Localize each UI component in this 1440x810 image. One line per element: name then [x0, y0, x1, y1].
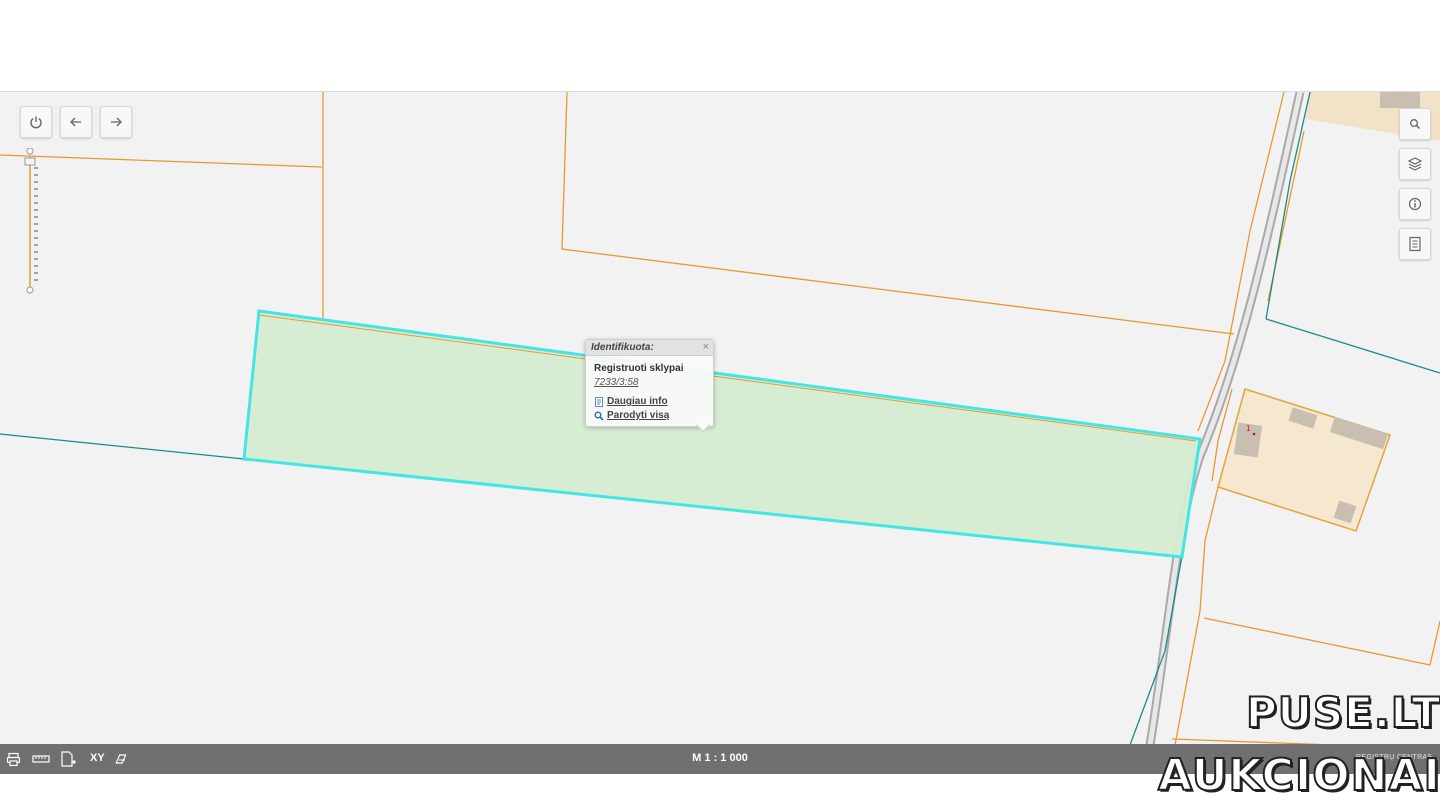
forward-button[interactable]	[100, 106, 132, 138]
building-point	[1252, 432, 1256, 436]
more-info-label: Daugiau info	[607, 396, 668, 407]
selected-parcel	[242, 309, 1202, 559]
document-icon	[594, 396, 604, 407]
building	[1380, 92, 1420, 108]
top-blank-area	[0, 0, 1440, 91]
watermark-line-2: AUKCIONAI	[1157, 749, 1440, 802]
magnifier-icon	[594, 411, 604, 421]
watermark-line-1: PUSE.LT	[1245, 687, 1440, 738]
zoom-slider[interactable]	[24, 147, 38, 294]
zoom-in-icon	[26, 147, 34, 155]
zoom-ticks	[34, 167, 38, 281]
legend-icon	[1408, 236, 1422, 252]
popup-layer-name: Registruoti sklypai	[594, 363, 684, 374]
search-icon	[1409, 118, 1421, 130]
back-button[interactable]	[60, 106, 92, 138]
layers-button[interactable]	[1399, 148, 1431, 180]
building-parcel	[1217, 388, 1391, 532]
info-icon	[1408, 197, 1422, 211]
search-button[interactable]	[1399, 108, 1431, 140]
map-canvas[interactable]: 1 Identifikuota: × Registruoti sklypai 7…	[0, 91, 1440, 745]
zoom-handle	[24, 157, 36, 166]
parcel-id-link[interactable]: 7233/3:58	[594, 377, 639, 388]
layers-icon	[1407, 156, 1423, 172]
zoom-out-icon	[26, 286, 34, 294]
show-all-link[interactable]: Parodyti visą	[594, 410, 669, 421]
map-vector-layer: 1	[0, 92, 1440, 745]
identify-popup: Identifikuota: × Registruoti sklypai 723…	[585, 339, 714, 433]
show-all-label: Parodyti visą	[607, 410, 670, 421]
popup-close-button[interactable]: ×	[703, 341, 709, 353]
arrow-right-icon	[109, 115, 123, 129]
building-label: 1	[1246, 424, 1251, 433]
more-info-link[interactable]: Daugiau info	[594, 396, 668, 407]
power-button[interactable]	[20, 106, 52, 138]
power-icon	[29, 115, 43, 129]
arrow-left-icon	[69, 115, 83, 129]
legend-button[interactable]	[1399, 228, 1431, 260]
info-button[interactable]	[1399, 188, 1431, 220]
popup-title: Identifikuota:	[586, 340, 713, 356]
